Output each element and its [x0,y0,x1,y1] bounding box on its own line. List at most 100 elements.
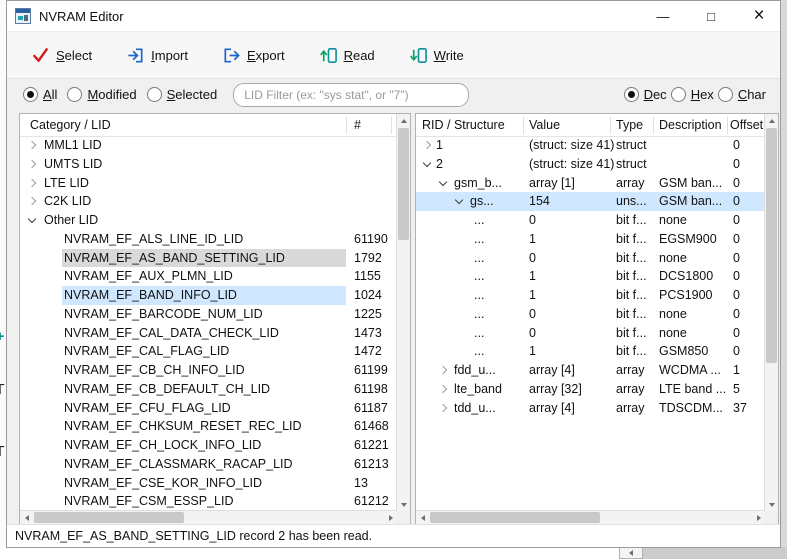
chevron-right-icon[interactable] [423,141,431,149]
tree-row[interactable]: UMTS LID [20,155,397,174]
tree-row[interactable]: Other LID [20,211,397,230]
horizontal-scrollbar[interactable] [20,510,397,524]
table-row[interactable]: 1(struct: size 41)struct0 [416,136,765,155]
scroll-right-button[interactable] [384,511,397,524]
tree-row[interactable]: NVRAM_EF_CAL_DATA_CHECK_LID1473 [20,324,397,343]
scroll-left-button[interactable] [416,511,429,524]
column-header-type[interactable]: Type [616,118,643,132]
lid-number: 61212 [354,492,389,511]
scrollbar-thumb[interactable] [34,512,184,523]
description-cell: LTE band ... [659,380,726,399]
scroll-up-button[interactable] [765,114,778,127]
scrollbar-thumb[interactable] [430,512,600,523]
description-cell: WCDMA ... [659,361,721,380]
select-button[interactable]: Select [31,46,92,65]
scroll-left-button[interactable] [20,511,33,524]
table-row[interactable]: ...0bit f...none0 [416,305,765,324]
horizontal-scrollbar[interactable] [416,510,765,524]
tree-row[interactable]: C2K LID [20,192,397,211]
tree-row[interactable]: LTE LID [20,174,397,193]
tree-row[interactable]: NVRAM_EF_BARCODE_NUM_LID1225 [20,305,397,324]
table-row[interactable]: lte_bandarray [32]arrayLTE band ...5 [416,380,765,399]
column-header-category[interactable]: Category / LID [30,118,111,132]
radio-all-label: All [43,87,57,102]
maximize-button[interactable]: □ [698,3,724,29]
radio-dec[interactable]: Dec [624,87,667,102]
scrollbar-thumb[interactable] [398,128,409,240]
column-header-rid[interactable]: RID / Structure [422,118,505,132]
offset-cell: 1 [733,361,740,380]
tree-row[interactable]: NVRAM_EF_CSM_ESSP_LID61212 [20,492,397,511]
chevron-right-icon[interactable] [28,197,36,205]
tree-row[interactable]: NVRAM_EF_AS_BAND_SETTING_LID1792 [20,249,397,268]
tree-row[interactable]: NVRAM_EF_AUX_PLMN_LID1155 [20,267,397,286]
import-button[interactable]: Import [126,46,188,65]
lid-filter-input[interactable] [233,83,469,107]
column-header-count[interactable]: # [354,118,361,132]
scrollbar-corner [765,511,778,524]
table-row[interactable]: tdd_u...array [4]arrayTDSCDM...37 [416,399,765,418]
chevron-down-icon[interactable] [28,215,36,223]
description-cell: DCS1800 [659,267,713,286]
table-row[interactable]: gs...154uns...GSM ban...0 [416,192,765,211]
rid-label: ... [474,286,484,305]
chevron-right-icon[interactable] [439,403,447,411]
scroll-down-button[interactable] [397,498,410,511]
tree-row[interactable]: NVRAM_EF_BAND_INFO_LID1024 [20,286,397,305]
tree-row[interactable]: NVRAM_EF_CB_CH_INFO_LID61199 [20,361,397,380]
check-icon [31,46,50,65]
tree-row[interactable]: NVRAM_EF_CSE_KOR_INFO_LID13 [20,474,397,493]
tree-row[interactable]: NVRAM_EF_CAL_FLAG_LID1472 [20,342,397,361]
tree-row[interactable]: NVRAM_EF_ALS_LINE_ID_LID61190 [20,230,397,249]
read-button[interactable]: Read [319,46,375,65]
chevron-down-icon[interactable] [423,159,431,167]
export-button[interactable]: Export [222,46,285,65]
chevron-right-icon[interactable] [28,160,36,168]
column-header-value[interactable]: Value [529,118,560,132]
radio-all[interactable]: All [23,87,57,102]
scrollbar-thumb[interactable] [766,128,777,363]
scroll-down-button[interactable] [765,498,778,511]
scroll-up-button[interactable] [397,114,410,127]
chevron-down-icon[interactable] [439,177,447,185]
chevron-right-icon[interactable] [28,178,36,186]
description-cell: none [659,305,687,324]
vertical-scrollbar[interactable] [396,114,410,511]
tree-row[interactable]: NVRAM_EF_CLASSMARK_RACAP_LID61213 [20,455,397,474]
rid-label: ... [474,342,484,361]
chevron-right-icon[interactable] [439,366,447,374]
chevron-right-icon[interactable] [28,141,36,149]
radio-dot [147,87,162,102]
column-header-offset[interactable]: Offset [730,118,763,132]
column-header-description[interactable]: Description [659,118,722,132]
lid-tree-rows: MML1 LID UMTS LID LTE LID C2K LID Other … [20,136,397,511]
radio-selected[interactable]: Selected [147,87,218,102]
tree-row[interactable]: NVRAM_EF_CB_DEFAULT_CH_LID61198 [20,380,397,399]
write-button[interactable]: Write [409,46,464,65]
close-button[interactable]: × [746,3,772,29]
radio-char[interactable]: Char [718,87,766,102]
table-row[interactable]: ...0bit f...none0 [416,211,765,230]
radio-modified[interactable]: Modified [67,87,136,102]
table-row[interactable]: gsm_b...array [1]arrayGSM ban...0 [416,174,765,193]
table-row[interactable]: ...0bit f...none0 [416,249,765,268]
radio-hex[interactable]: Hex [671,87,714,102]
chevron-right-icon[interactable] [439,385,447,393]
table-row[interactable]: ...1bit f...GSM8500 [416,342,765,361]
tree-row[interactable]: MML1 LID [20,136,397,155]
table-row[interactable]: ...0bit f...none0 [416,324,765,343]
table-row[interactable]: 2(struct: size 41)struct0 [416,155,765,174]
scroll-right-button[interactable] [752,511,765,524]
table-row[interactable]: ...1bit f...PCS19000 [416,286,765,305]
tree-row[interactable]: NVRAM_EF_CFU_FLAG_LID61187 [20,399,397,418]
tree-row[interactable]: NVRAM_EF_CHKSUM_RESET_REC_LID61468 [20,417,397,436]
table-row[interactable]: fdd_u...array [4]arrayWCDMA ...1 [416,361,765,380]
table-row[interactable]: ...1bit f...EGSM9000 [416,230,765,249]
tree-row[interactable]: NVRAM_EF_CH_LOCK_INFO_LID61221 [20,436,397,455]
app-icon[interactable] [15,8,31,24]
offset-cell: 37 [733,399,747,418]
type-cell: array [616,399,644,418]
minimize-button[interactable]: — [650,3,676,29]
table-row[interactable]: ...1bit f...DCS18000 [416,267,765,286]
vertical-scrollbar[interactable] [764,114,778,511]
